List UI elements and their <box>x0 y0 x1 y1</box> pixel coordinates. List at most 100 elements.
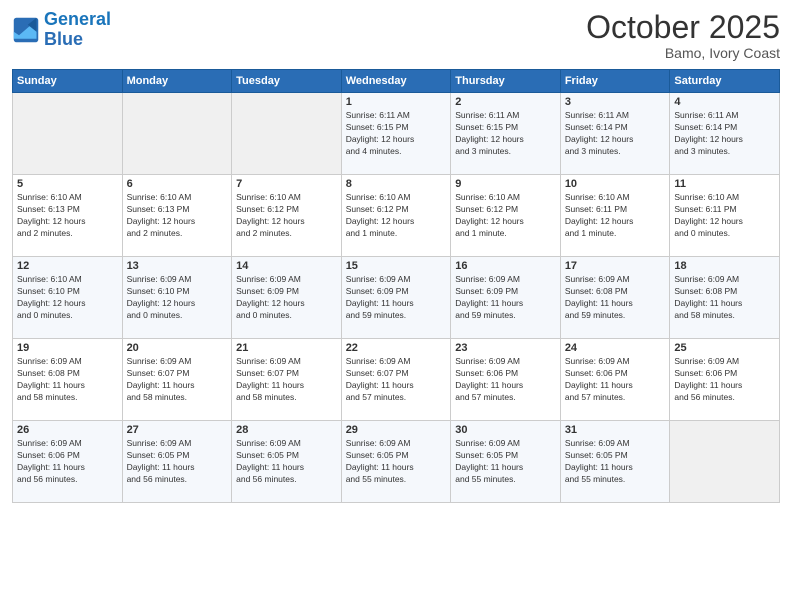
day-number: 10 <box>565 178 666 190</box>
day-number: 23 <box>455 342 556 354</box>
calendar-cell <box>13 93 123 175</box>
day-number: 11 <box>674 178 775 190</box>
weekday-header-monday: Monday <box>122 70 232 93</box>
calendar-cell: 28Sunrise: 6:09 AMSunset: 6:05 PMDayligh… <box>232 421 342 503</box>
calendar-cell: 20Sunrise: 6:09 AMSunset: 6:07 PMDayligh… <box>122 339 232 421</box>
day-number: 19 <box>17 342 118 354</box>
week-row-4: 19 Sunrise: 6:09 AMSunset: 6:08 PMDayligh… <box>13 339 780 421</box>
day-number: 17 <box>565 260 666 272</box>
month-title: October 2025 <box>586 10 780 45</box>
calendar-cell: 15 Sunrise: 6:09 AMSunset: 6:09 PMDayligh… <box>341 257 451 339</box>
day-info: Sunrise: 6:09 AMSunset: 6:08 PMDaylight:… <box>17 356 118 404</box>
day-number: 6 <box>127 178 228 190</box>
week-row-3: 12 Sunrise: 6:10 AMSunset: 6:10 PMDayligh… <box>13 257 780 339</box>
calendar-cell: 26Sunrise: 6:09 AMSunset: 6:06 PMDayligh… <box>13 421 123 503</box>
calendar-cell: 8 Sunrise: 6:10 AMSunset: 6:12 PMDaylight… <box>341 175 451 257</box>
day-number: 24 <box>565 342 666 354</box>
day-info: Sunrise: 6:09 AMSunset: 6:06 PMDaylight:… <box>674 356 775 404</box>
day-info: Sunrise: 6:09 AMSunset: 6:05 PMDaylight:… <box>565 438 666 486</box>
calendar-cell: 31 Sunrise: 6:09 AMSunset: 6:05 PMDayligh… <box>560 421 670 503</box>
logo-text: General Blue <box>44 10 111 50</box>
day-info: Sunrise: 6:11 AMSunset: 6:14 PMDaylight:… <box>565 110 666 158</box>
day-info: Sunrise: 6:09 AMSunset: 6:08 PMDaylight:… <box>565 274 666 322</box>
calendar-cell: 25Sunrise: 6:09 AMSunset: 6:06 PMDayligh… <box>670 339 780 421</box>
logo-line2: Blue <box>44 29 83 49</box>
week-row-5: 26Sunrise: 6:09 AMSunset: 6:06 PMDayligh… <box>13 421 780 503</box>
day-info: Sunrise: 6:09 AMSunset: 6:05 PMDaylight:… <box>346 438 447 486</box>
day-info: Sunrise: 6:09 AMSunset: 6:06 PMDaylight:… <box>565 356 666 404</box>
day-info: Sunrise: 6:09 AMSunset: 6:09 PMDaylight:… <box>236 274 337 322</box>
day-number: 3 <box>565 96 666 108</box>
calendar-table: SundayMondayTuesdayWednesdayThursdayFrid… <box>12 69 780 503</box>
day-number: 5 <box>17 178 118 190</box>
calendar-cell: 22 Sunrise: 6:09 AMSunset: 6:07 PMDayligh… <box>341 339 451 421</box>
calendar-cell <box>122 93 232 175</box>
calendar-cell: 21Sunrise: 6:09 AMSunset: 6:07 PMDayligh… <box>232 339 342 421</box>
day-number: 18 <box>674 260 775 272</box>
day-info: Sunrise: 6:11 AMSunset: 6:15 PMDaylight:… <box>346 110 447 158</box>
day-number: 8 <box>346 178 447 190</box>
weekday-header-thursday: Thursday <box>451 70 561 93</box>
calendar-cell: 3 Sunrise: 6:11 AMSunset: 6:14 PMDaylight… <box>560 93 670 175</box>
day-info: Sunrise: 6:10 AMSunset: 6:12 PMDaylight:… <box>346 192 447 240</box>
weekday-header-tuesday: Tuesday <box>232 70 342 93</box>
day-info: Sunrise: 6:10 AMSunset: 6:12 PMDaylight:… <box>236 192 337 240</box>
logo-line1: General <box>44 9 111 29</box>
calendar-cell: 5Sunrise: 6:10 AMSunset: 6:13 PMDaylight… <box>13 175 123 257</box>
day-number: 12 <box>17 260 118 272</box>
day-number: 31 <box>565 424 666 436</box>
week-row-2: 5Sunrise: 6:10 AMSunset: 6:13 PMDaylight… <box>13 175 780 257</box>
day-info: Sunrise: 6:10 AMSunset: 6:11 PMDaylight:… <box>565 192 666 240</box>
calendar-cell: 30 Sunrise: 6:09 AMSunset: 6:05 PMDayligh… <box>451 421 561 503</box>
day-info: Sunrise: 6:09 AMSunset: 6:06 PMDaylight:… <box>17 438 118 486</box>
calendar-cell: 18 Sunrise: 6:09 AMSunset: 6:08 PMDayligh… <box>670 257 780 339</box>
day-info: Sunrise: 6:09 AMSunset: 6:07 PMDaylight:… <box>346 356 447 404</box>
day-info: Sunrise: 6:09 AMSunset: 6:07 PMDaylight:… <box>236 356 337 404</box>
day-number: 22 <box>346 342 447 354</box>
calendar-page: General Blue October 2025 Bamo, Ivory Co… <box>0 0 792 612</box>
day-number: 20 <box>127 342 228 354</box>
day-number: 4 <box>674 96 775 108</box>
logo: General Blue <box>12 10 111 50</box>
day-number: 15 <box>346 260 447 272</box>
day-info: Sunrise: 6:09 AMSunset: 6:10 PMDaylight:… <box>127 274 228 322</box>
calendar-cell <box>670 421 780 503</box>
day-info: Sunrise: 6:09 AMSunset: 6:06 PMDaylight:… <box>455 356 556 404</box>
day-number: 2 <box>455 96 556 108</box>
day-info: Sunrise: 6:11 AMSunset: 6:14 PMDaylight:… <box>674 110 775 158</box>
day-info: Sunrise: 6:09 AMSunset: 6:05 PMDaylight:… <box>455 438 556 486</box>
calendar-cell: 17 Sunrise: 6:09 AMSunset: 6:08 PMDayligh… <box>560 257 670 339</box>
day-info: Sunrise: 6:09 AMSunset: 6:05 PMDaylight:… <box>236 438 337 486</box>
calendar-cell: 9Sunrise: 6:10 AMSunset: 6:12 PMDaylight… <box>451 175 561 257</box>
day-info: Sunrise: 6:10 AMSunset: 6:12 PMDaylight:… <box>455 192 556 240</box>
calendar-cell: 12 Sunrise: 6:10 AMSunset: 6:10 PMDayligh… <box>13 257 123 339</box>
weekday-header-sunday: Sunday <box>13 70 123 93</box>
calendar-cell: 14Sunrise: 6:09 AMSunset: 6:09 PMDayligh… <box>232 257 342 339</box>
calendar-cell: 27 Sunrise: 6:09 AMSunset: 6:05 PMDayligh… <box>122 421 232 503</box>
day-info: Sunrise: 6:11 AMSunset: 6:15 PMDaylight:… <box>455 110 556 158</box>
calendar-cell: 29 Sunrise: 6:09 AMSunset: 6:05 PMDayligh… <box>341 421 451 503</box>
day-info: Sunrise: 6:10 AMSunset: 6:10 PMDaylight:… <box>17 274 118 322</box>
logo-icon <box>12 16 40 44</box>
weekday-header-wednesday: Wednesday <box>341 70 451 93</box>
day-number: 13 <box>127 260 228 272</box>
calendar-cell: 1Sunrise: 6:11 AMSunset: 6:15 PMDaylight… <box>341 93 451 175</box>
day-number: 27 <box>127 424 228 436</box>
calendar-cell: 2 Sunrise: 6:11 AMSunset: 6:15 PMDaylight… <box>451 93 561 175</box>
day-number: 30 <box>455 424 556 436</box>
day-info: Sunrise: 6:09 AMSunset: 6:05 PMDaylight:… <box>127 438 228 486</box>
calendar-cell: 11 Sunrise: 6:10 AMSunset: 6:11 PMDayligh… <box>670 175 780 257</box>
day-info: Sunrise: 6:09 AMSunset: 6:09 PMDaylight:… <box>346 274 447 322</box>
calendar-cell <box>232 93 342 175</box>
day-number: 7 <box>236 178 337 190</box>
calendar-cell: 13 Sunrise: 6:09 AMSunset: 6:10 PMDayligh… <box>122 257 232 339</box>
weekday-header-friday: Friday <box>560 70 670 93</box>
day-info: Sunrise: 6:10 AMSunset: 6:11 PMDaylight:… <box>674 192 775 240</box>
week-row-1: 1Sunrise: 6:11 AMSunset: 6:15 PMDaylight… <box>13 93 780 175</box>
weekday-header-saturday: Saturday <box>670 70 780 93</box>
day-info: Sunrise: 6:09 AMSunset: 6:08 PMDaylight:… <box>674 274 775 322</box>
calendar-cell: 19 Sunrise: 6:09 AMSunset: 6:08 PMDayligh… <box>13 339 123 421</box>
day-number: 29 <box>346 424 447 436</box>
day-info: Sunrise: 6:09 AMSunset: 6:09 PMDaylight:… <box>455 274 556 322</box>
day-number: 16 <box>455 260 556 272</box>
